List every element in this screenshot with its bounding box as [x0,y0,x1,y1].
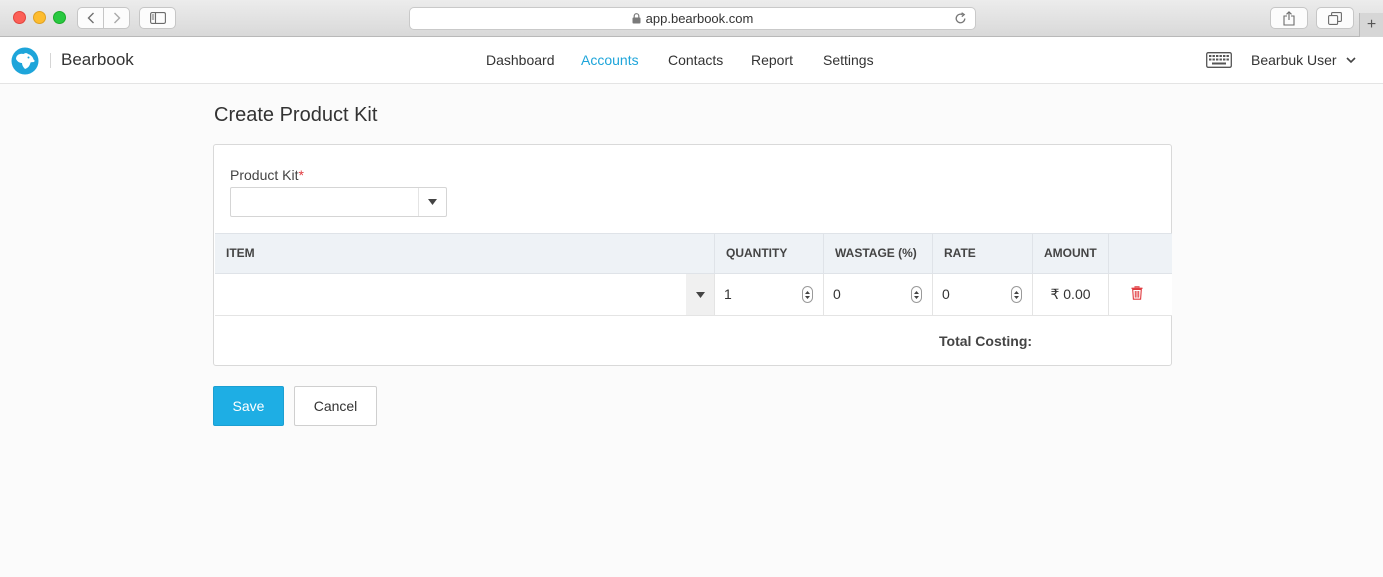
cancel-button[interactable]: Cancel [294,386,377,426]
column-header-quantity: QUANTITY [715,234,824,273]
total-costing-label: Total Costing: [939,333,1033,349]
nav-accounts[interactable]: Accounts [581,52,639,68]
forward-button[interactable] [103,8,129,28]
keyboard-shortcuts-icon[interactable] [1206,52,1232,68]
chevron-down-icon [1346,56,1356,63]
row-actions-cell [1109,274,1172,315]
spinner-arrows-icon[interactable] [1011,286,1022,303]
show-tabs-button[interactable] [1316,7,1354,29]
table-row: 1 0 0 ₹ 0.00 [215,274,1172,316]
quantity-value: 1 [724,286,732,302]
share-button[interactable] [1270,7,1308,29]
column-header-wastage: WASTAGE (%) [824,234,933,273]
amount-value: ₹ 0.00 [1050,286,1091,302]
chevron-right-icon [113,12,120,24]
share-icon [1283,10,1295,26]
product-kit-label-text: Product Kit [230,167,299,183]
url-text: app.bearbook.com [645,11,754,26]
column-header-amount: AMOUNT [1033,234,1109,273]
column-header-item: ITEM [215,234,715,273]
column-header-actions [1109,234,1172,273]
minimize-window-button[interactable] [33,11,46,24]
wastage-stepper[interactable]: 0 [824,274,933,315]
save-button[interactable]: Save [213,386,284,426]
product-kit-form: Product Kit* ITEM QUANTITY WASTAGE (%) R… [213,144,1172,366]
nav-settings[interactable]: Settings [823,52,874,68]
reload-icon[interactable] [954,12,967,25]
sidebar-toggle-button[interactable] [139,7,176,29]
required-asterisk: * [298,167,304,183]
close-window-button[interactable] [13,11,26,24]
spinner-arrows-icon[interactable] [911,286,922,303]
caret-down-icon[interactable] [686,274,714,315]
app-header: Bearbook Dashboard Accounts Contacts Rep… [0,37,1383,84]
main-nav: Dashboard Accounts Contacts Report Setti… [0,37,1383,84]
sidebar-icon [149,12,166,24]
zoom-window-button[interactable] [53,11,66,24]
history-nav-group [77,7,130,29]
user-name: Bearbuk User [1251,52,1337,68]
amount-cell: ₹ 0.00 [1033,274,1109,315]
new-tab-button[interactable]: + [1359,13,1383,37]
column-header-rate: RATE [933,234,1033,273]
spinner-arrows-icon[interactable] [802,286,813,303]
nav-contacts[interactable]: Contacts [668,52,723,68]
back-button[interactable] [78,8,103,28]
bearbook-logo-icon[interactable] [11,47,39,75]
caret-down-icon[interactable] [418,188,446,216]
page-title: Create Product Kit [214,104,378,126]
items-table-header: ITEM QUANTITY WASTAGE (%) RATE AMOUNT [215,233,1172,274]
address-bar[interactable]: app.bearbook.com [409,7,976,30]
rate-stepper[interactable]: 0 [933,274,1033,315]
product-kit-label: Product Kit* [230,167,304,183]
quantity-stepper[interactable]: 1 [715,274,824,315]
chevron-left-icon [87,12,94,24]
product-kit-select[interactable] [230,187,447,217]
item-select[interactable] [215,274,715,315]
brand-divider [50,53,51,68]
user-menu[interactable]: Bearbuk User [1251,52,1356,68]
nav-dashboard[interactable]: Dashboard [486,52,555,68]
trash-icon[interactable] [1131,286,1143,300]
lock-icon [632,13,641,24]
wastage-value: 0 [833,286,841,302]
plus-icon: + [1366,16,1377,33]
browser-toolbar: app.bearbook.com + [0,0,1383,37]
rate-value: 0 [942,286,950,302]
brand-name[interactable]: Bearbook [61,50,134,70]
tabs-overview-icon [1328,11,1342,25]
nav-report[interactable]: Report [751,52,793,68]
